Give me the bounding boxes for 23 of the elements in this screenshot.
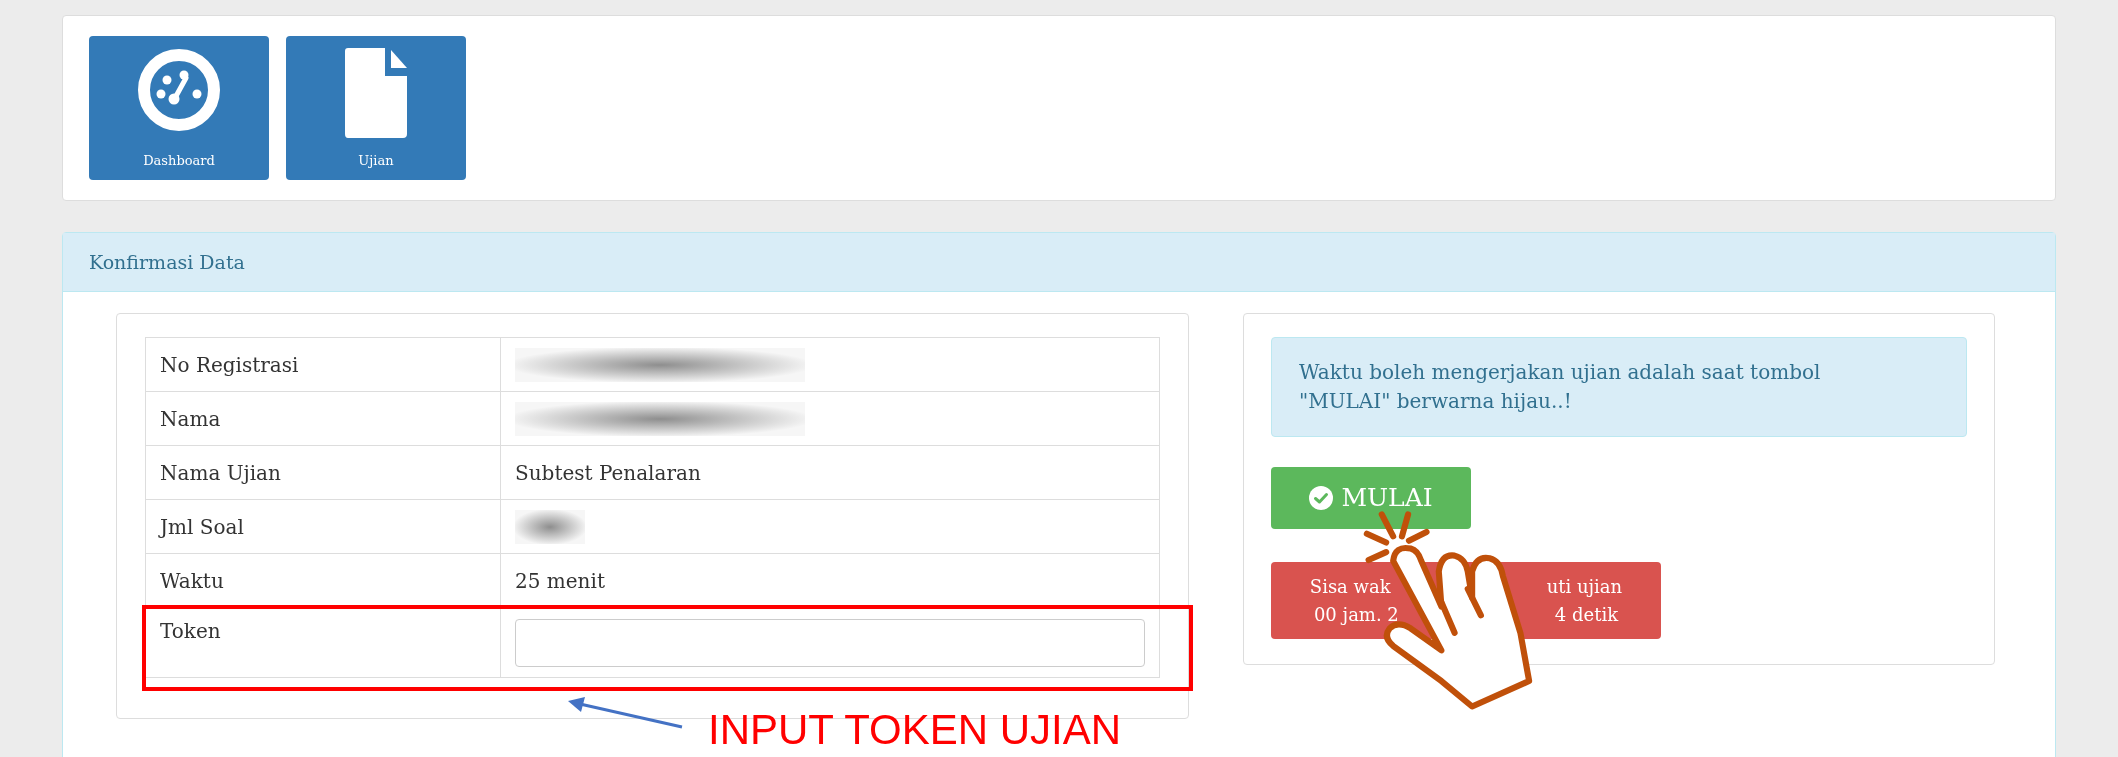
cell-value: Subtest Penalaran: [515, 460, 701, 485]
panel-title: Konfirmasi Data: [89, 249, 245, 275]
nav-tile[interactable]: Ujian: [286, 36, 466, 180]
table-cell: No Registrasi: [145, 337, 501, 392]
nav-tile[interactable]: Dashboard: [89, 36, 269, 180]
table-cell: Token: [145, 607, 501, 678]
table-cell: Waktu: [145, 553, 501, 608]
gauge-icon: [137, 48, 221, 132]
table-cell: Nama: [145, 391, 501, 446]
table-cell: Jml Soal: [145, 499, 501, 554]
start-button[interactable]: MULAI: [1271, 467, 1471, 529]
blurred-value: [515, 509, 585, 544]
countdown-text: 4 detik: [1554, 602, 1619, 627]
annotation-label: INPUT TOKEN UJIAN: [708, 705, 1122, 755]
table-cell: Nama Ujian: [145, 445, 501, 500]
check-circle-icon: [1309, 486, 1334, 510]
countdown-text: 00 jam. 2: [1313, 602, 1399, 627]
document-icon: [345, 48, 407, 138]
countdown-text: Sisa wak: [1309, 574, 1391, 599]
token-field[interactable]: [515, 618, 1145, 667]
cell-value: 25 menit: [515, 568, 605, 593]
countdown-text: uti ujian: [1546, 574, 1623, 599]
notice-text: Waktu boleh mengerjakan ujian adalah saat tombol "MULAI" berwarna hijau..!: [1299, 359, 1822, 415]
